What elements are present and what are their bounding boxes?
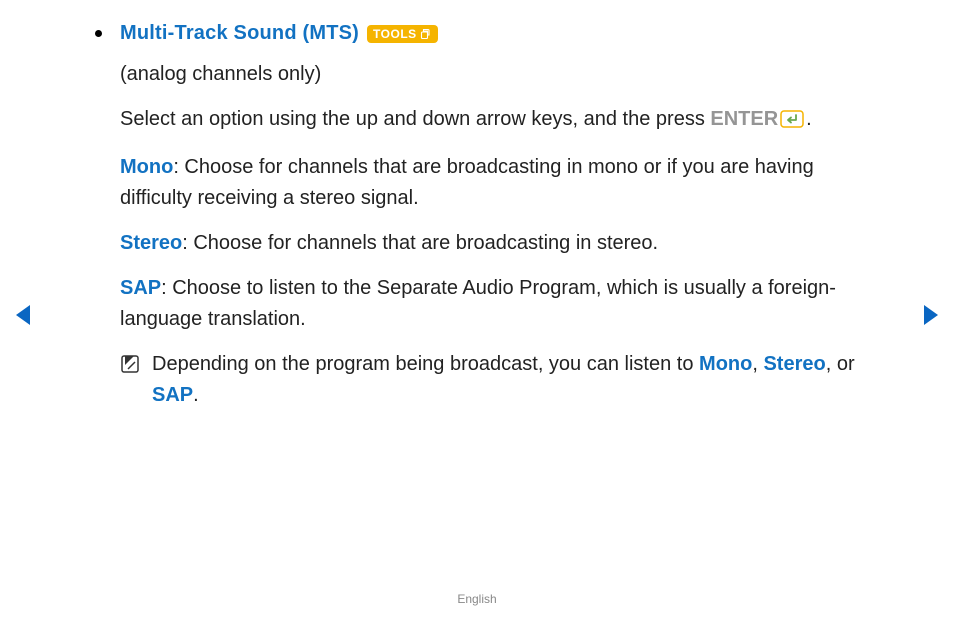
note-mono: Mono [699,353,752,375]
instruction-prefix: Select an option using the up and down a… [120,108,710,130]
tools-badge-label: TOOLS [373,27,417,41]
note-row: Depending on the program being broadcast… [120,349,884,411]
stereo-label: Stereo [120,232,182,254]
bullet-icon [95,30,102,37]
note-sep2: , or [826,353,855,375]
note-prefix: Depending on the program being broadcast… [152,353,699,375]
footer-language: English [0,592,954,606]
enter-icon [780,107,804,138]
mono-text: : Choose for channels that are broadcast… [120,156,814,209]
stereo-description: Stereo: Choose for channels that are bro… [120,228,884,259]
note-suffix: . [193,384,199,406]
instruction-suffix: . [806,108,812,130]
note-sap: SAP [152,384,193,406]
title-row: Multi-Track Sound (MTS) TOOLS [95,22,884,45]
instruction-text: Select an option using the up and down a… [120,104,884,138]
sap-label: SAP [120,277,161,299]
stereo-text: : Choose for channels that are broadcast… [182,232,658,254]
subtitle-text: (analog channels only) [120,59,884,90]
note-text: Depending on the program being broadcast… [152,349,884,411]
next-page-arrow[interactable] [924,305,938,325]
sap-description: SAP: Choose to listen to the Separate Au… [120,273,884,335]
feature-title: Multi-Track Sound (MTS) [120,22,359,45]
mono-description: Mono: Choose for channels that are broad… [120,152,884,214]
note-icon [120,353,140,384]
tools-badge: TOOLS [367,25,438,43]
page-content: Multi-Track Sound (MTS) TOOLS (analog ch… [95,22,884,411]
mono-label: Mono [120,156,173,178]
note-sep1: , [752,353,763,375]
enter-label: ENTER [710,108,778,130]
note-stereo: Stereo [763,353,825,375]
prev-page-arrow[interactable] [16,305,30,325]
tools-icon [420,28,432,40]
sap-text: : Choose to listen to the Separate Audio… [120,277,836,330]
